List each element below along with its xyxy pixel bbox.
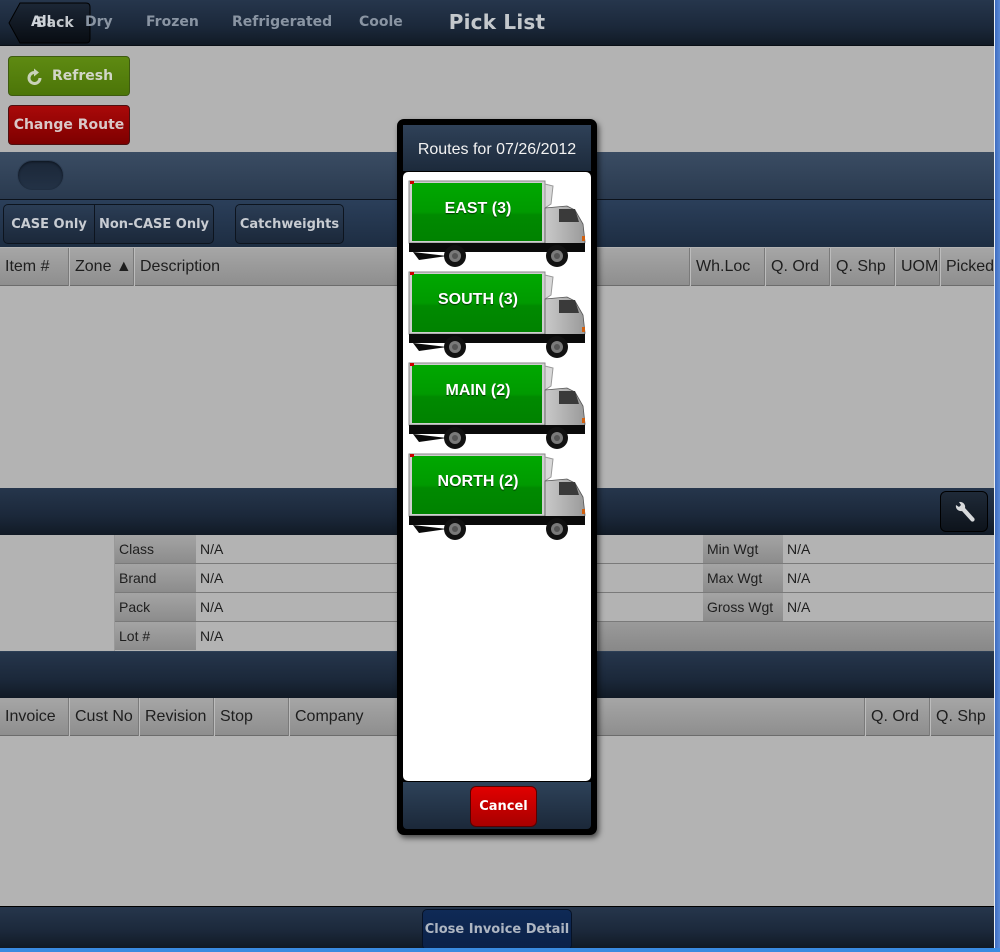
tab-cooler[interactable]: Coole <box>359 14 403 30</box>
tab-dry[interactable]: Dry <box>85 14 113 30</box>
wrench-icon <box>955 501 975 522</box>
refresh-icon <box>27 68 42 85</box>
window-edge-right <box>994 0 1000 952</box>
tab-all[interactable]: All <box>31 14 51 30</box>
refresh-button[interactable]: Refresh <box>8 56 130 96</box>
col-uom[interactable]: UOM <box>895 248 940 286</box>
route-label: MAIN (2) <box>445 382 511 399</box>
col-invoice[interactable]: Invoice <box>0 698 69 736</box>
detail-label: Class <box>115 535 196 563</box>
detail-value: N/A <box>787 599 811 615</box>
detail-label: Pack <box>115 593 196 621</box>
routes-modal-header: Routes for 07/26/2012 <box>403 125 591 171</box>
catchweights-button[interactable]: Catchweights <box>235 204 344 244</box>
detail-value: N/A <box>200 599 224 615</box>
item-image-area <box>0 535 115 651</box>
close-invoice-detail-button[interactable]: Close Invoice Detail <box>422 909 572 950</box>
col-stop[interactable]: Stop <box>214 698 289 736</box>
col-wh-loc[interactable]: Wh.Loc <box>690 248 765 286</box>
route-truck-south[interactable]: SOUTH (3) <box>407 271 591 359</box>
cancel-button[interactable]: Cancel <box>470 786 537 827</box>
refresh-label: Refresh <box>52 68 114 84</box>
routes-modal: Routes for 07/26/2012 EAST (3) SOUTH (3)… <box>397 119 597 835</box>
route-truck-north[interactable]: NORTH (2) <box>407 453 591 541</box>
detail-row-max-wgt: Max Wgt N/A <box>598 564 994 593</box>
detail-value: N/A <box>200 628 224 644</box>
detail-label: Min Wgt <box>703 535 783 563</box>
col-item-number[interactable]: Item # <box>0 248 69 286</box>
detail-label: Max Wgt <box>703 564 783 592</box>
route-label: EAST (3) <box>444 200 512 217</box>
detail-value: N/A <box>787 570 811 586</box>
detail-label: Gross Wgt <box>703 593 783 621</box>
col-q-ord[interactable]: Q. Ord <box>765 248 830 286</box>
detail-label: Lot # <box>115 622 196 650</box>
col-cust-no[interactable]: Cust No <box>69 698 139 736</box>
detail-row-gross-wgt: Gross Wgt N/A <box>598 593 994 622</box>
active-tab-indicator <box>17 160 64 191</box>
window-edge-bottom <box>0 948 1000 952</box>
pick-list-screen: Back Pick List Refresh Change Route All … <box>0 0 994 950</box>
route-label: NORTH (2) <box>437 473 519 490</box>
detail-label: Brand <box>115 564 196 592</box>
route-truck-east[interactable]: EAST (3) <box>407 180 591 268</box>
case-only-button[interactable]: CASE Only <box>3 204 95 244</box>
col-q-shp[interactable]: Q. Shp <box>830 248 895 286</box>
tools-button[interactable] <box>940 491 988 532</box>
col-q-shp[interactable]: Q. Shp <box>930 698 994 736</box>
col-revision[interactable]: Revision <box>139 698 214 736</box>
col-zone[interactable]: Zone ▲ <box>69 248 134 286</box>
detail-row-min-wgt: Min Wgt N/A <box>598 535 994 564</box>
detail-value: N/A <box>200 541 224 557</box>
detail-value: N/A <box>200 570 224 586</box>
change-route-label: Change Route <box>13 117 125 133</box>
non-case-only-button[interactable]: Non-CASE Only <box>94 204 214 244</box>
route-truck-main[interactable]: MAIN (2) <box>407 362 591 450</box>
route-label: SOUTH (3) <box>438 291 518 308</box>
detail-empty-row <box>598 622 994 651</box>
change-route-button[interactable]: Change Route <box>8 105 130 145</box>
routes-list: EAST (3) SOUTH (3) MAIN (2) NORTH (2) <box>403 172 591 781</box>
col-q-ord[interactable]: Q. Ord <box>865 698 930 736</box>
col-picked[interactable]: Picked <box>940 248 994 286</box>
routes-modal-title: Routes for 07/26/2012 <box>417 141 577 158</box>
tab-refrigerated[interactable]: Refrigerated <box>232 14 332 30</box>
detail-value: N/A <box>787 541 811 557</box>
routes-modal-footer: Cancel <box>403 782 591 829</box>
tab-frozen[interactable]: Frozen <box>146 14 199 30</box>
